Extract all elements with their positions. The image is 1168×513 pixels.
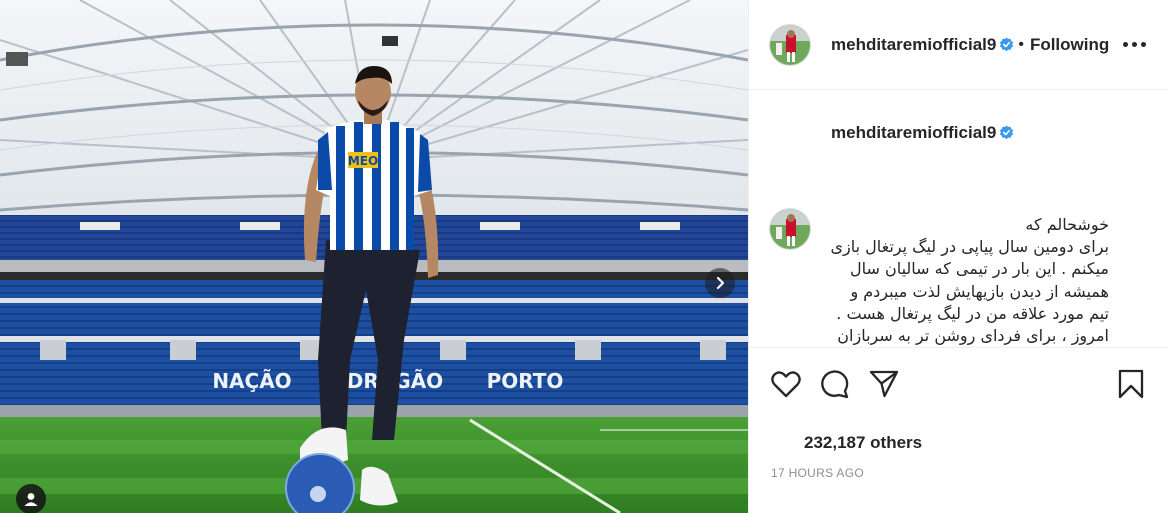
post-timestamp[interactable]: 17 HOURS AGO xyxy=(771,466,864,480)
share-icon xyxy=(869,370,899,398)
comment-button[interactable] xyxy=(818,367,852,401)
post-photo[interactable]: NAÇÃO DRAGÃO PORTO xyxy=(0,0,748,513)
caption-line: برای دومین سال پیاپی در لیگ پرتغال بازی xyxy=(830,237,1109,257)
post-side-panel: mehditaremiofficial9 • Following خوشحالم… xyxy=(748,0,1168,513)
stadium-photo: NAÇÃO DRAGÃO PORTO xyxy=(0,0,748,513)
stand-text-right: PORTO xyxy=(487,369,564,393)
header-username[interactable]: mehditaremiofficial9 xyxy=(831,35,996,55)
post-actions xyxy=(769,364,1148,404)
caption-username-text: mehditaremiofficial9 xyxy=(831,123,997,142)
user-tag-icon xyxy=(24,493,38,506)
caption-username[interactable]: mehditaremiofficial9 xyxy=(831,123,1014,143)
verified-badge-icon xyxy=(1000,125,1014,140)
caption-line: میکنم . این بار در تیمی که سالیان سال xyxy=(849,259,1109,279)
caption-line: تیم مورد علاقه من در لیگ پرتغال هست . xyxy=(836,303,1109,323)
save-button[interactable] xyxy=(1114,367,1148,401)
share-button[interactable] xyxy=(867,367,901,401)
tagged-users-button[interactable] xyxy=(16,484,46,513)
caption-line: امروز ، برای فردای روشن تر به سربازان xyxy=(837,326,1109,346)
caption-line: خوشحالم که xyxy=(1025,215,1109,234)
separator-dot: • xyxy=(1018,35,1024,53)
likes-count[interactable]: 232,187 others xyxy=(804,433,922,453)
like-button[interactable] xyxy=(769,367,803,401)
jersey-text: MEO xyxy=(348,154,378,168)
next-photo-button[interactable] xyxy=(705,268,735,298)
caption-line: پورتو ملحق شدم.افتخار این رو دارم که به xyxy=(827,347,1109,348)
following-button[interactable]: Following xyxy=(1030,35,1109,55)
caption-avatar[interactable] xyxy=(769,208,811,250)
post-header: mehditaremiofficial9 • Following xyxy=(749,0,1168,90)
avatar-image xyxy=(770,209,810,249)
verified-badge-icon xyxy=(1000,37,1014,52)
bookmark-icon xyxy=(1118,369,1144,399)
avatar-image xyxy=(770,24,810,65)
comment-icon xyxy=(821,370,849,399)
avatar[interactable] xyxy=(769,23,811,66)
heart-icon xyxy=(771,371,801,398)
caption-text: خوشحالم که برای دومین سال پیاپی در لیگ پر… xyxy=(827,214,1109,348)
more-options-icon[interactable] xyxy=(1119,36,1150,53)
caption-line: همیشه از دیدن بازیهایش لذت میبردم و xyxy=(850,281,1109,301)
chevron-right-icon xyxy=(716,276,725,290)
stand-text-left: NAÇÃO xyxy=(212,369,291,393)
